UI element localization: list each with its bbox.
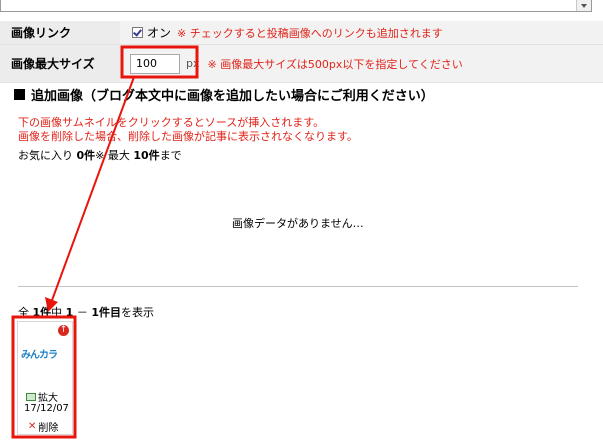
red-circle-up-icon[interactable]: ↑ — [58, 325, 69, 336]
x-icon: ✕ — [28, 421, 37, 432]
delete-label: 削除 — [38, 423, 59, 434]
max-size-input[interactable] — [130, 53, 180, 74]
max-size-note: ※ 画像最大サイズは500px以下を指定してください — [207, 57, 463, 71]
enlarge-label: 拡大 — [38, 393, 58, 404]
max-size-label: 画像最大サイズ — [0, 45, 120, 82]
pager-suffix: を表示 — [120, 306, 154, 319]
fav-mid: ※ 最大 — [95, 149, 130, 162]
black-square-icon — [14, 89, 25, 100]
max-size-unit: px — [186, 57, 200, 70]
fav-suffix: まで — [159, 149, 182, 162]
pager-total: 1件 — [32, 306, 52, 319]
section-title-text: 追加画像（ブログ本文中に画像を追加したい場合にご利用ください） — [31, 89, 434, 104]
favorites-info: お気に入り 0件※ 最大 10件まで — [18, 147, 182, 163]
image-link-on-label: オン — [147, 26, 172, 40]
pager-dash: － — [76, 306, 88, 319]
enlarge-link[interactable]: 拡大 — [26, 389, 58, 404]
chevron-down-icon[interactable] — [576, 0, 591, 11]
pager-info: 全 1件中 1 － 1件目を表示 — [18, 304, 154, 320]
thumbnail-date: 17/12/07 — [24, 403, 69, 414]
image-link-checkbox[interactable] — [132, 27, 143, 38]
fav-count: 0件 — [76, 149, 96, 162]
image-link-label: 画像リンク — [0, 21, 120, 44]
max-size-value: px ※ 画像最大サイズは500px以下を指定してください — [120, 45, 603, 82]
image-icon — [26, 392, 36, 401]
no-data-message: 画像データがありません… — [232, 217, 364, 230]
pager-to: 1件目 — [91, 306, 121, 319]
annotation-arrow-line — [50, 76, 135, 304]
pager-mid: 中 — [51, 306, 63, 319]
fav-prefix: お気に入り — [18, 149, 73, 162]
image-link-value: オン ※ チェックすると投稿画像へのリンクも追加されます — [120, 21, 603, 44]
image-link-note: ※ チェックすると投稿画像へのリンクも追加されます — [177, 26, 443, 40]
fav-max: 10件 — [133, 149, 160, 162]
image-thumbnail-card[interactable]: ↑ みんカラ 拡大 17/12/07 ✕ 削除 — [17, 321, 73, 435]
top-select[interactable] — [0, 0, 592, 12]
pager-prefix: 全 — [18, 306, 29, 319]
pager-from: 1 — [65, 306, 74, 319]
divider — [18, 286, 578, 287]
delete-link[interactable]: ✕ 削除 — [28, 419, 58, 434]
image-link-row: 画像リンク オン ※ チェックすると投稿画像へのリンクも追加されます — [0, 21, 603, 45]
section-title: 追加画像（ブログ本文中に画像を追加したい場合にご利用ください） — [14, 85, 434, 104]
max-size-row: 画像最大サイズ px ※ 画像最大サイズは500px以下を指定してください — [0, 45, 603, 83]
thumbnail-image[interactable]: みんカラ — [21, 346, 69, 362]
section-desc-2: 画像を削除した場合、削除した画像が記事に表示されなくなります。 — [18, 130, 358, 143]
